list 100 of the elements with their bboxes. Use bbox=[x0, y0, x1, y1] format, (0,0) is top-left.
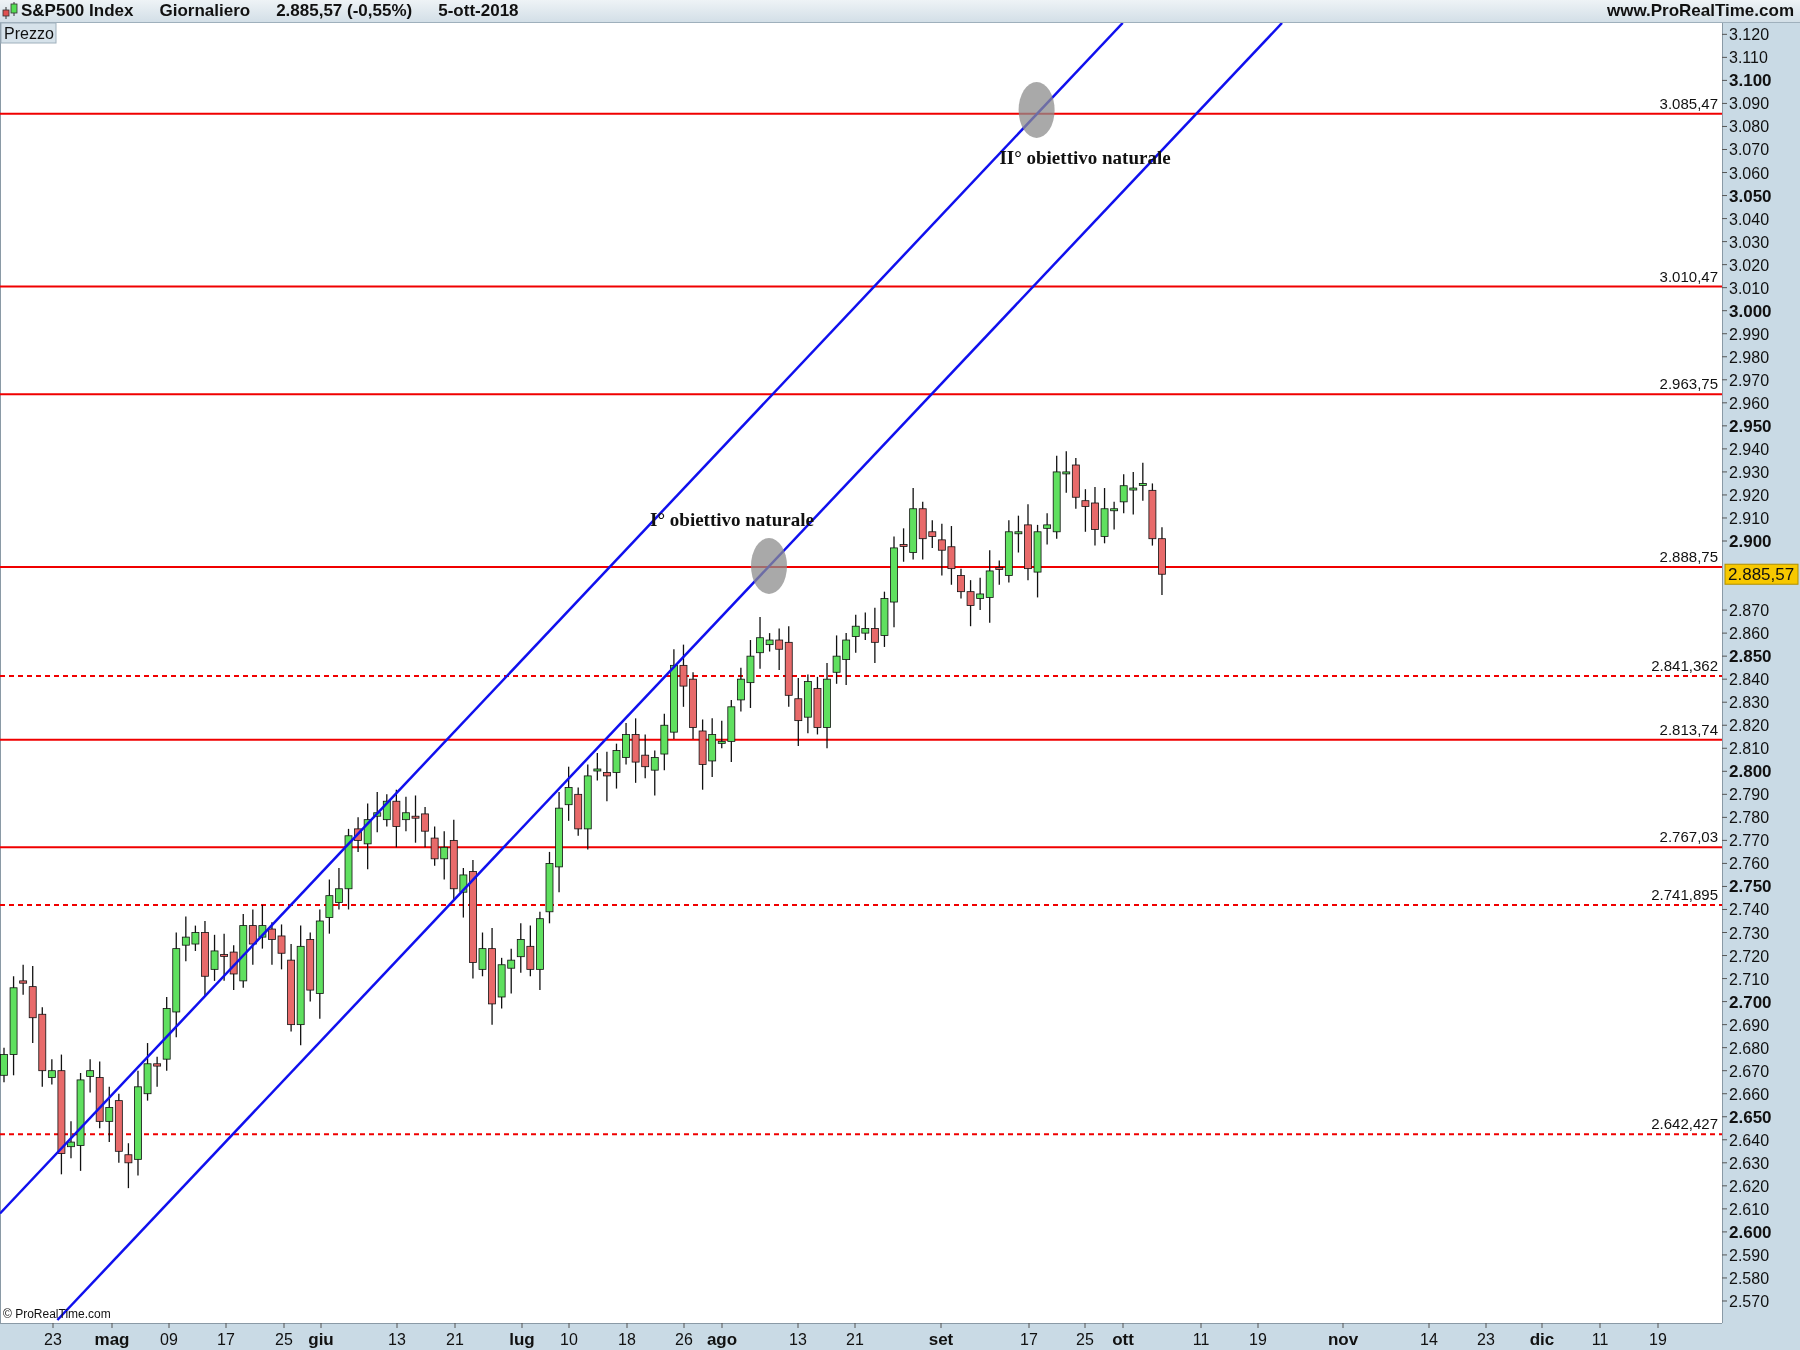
level-label: 3.010,47 bbox=[1659, 267, 1718, 285]
date-tick-label: ago bbox=[706, 1330, 738, 1349]
date-tick-label: 11 bbox=[1591, 1331, 1609, 1348]
price-tick-label: 2.980 bbox=[1729, 348, 1770, 366]
instrument-name: S&P500 Index bbox=[21, 1, 134, 21]
date-tick-label: giu bbox=[308, 1330, 334, 1349]
price-tick-label: 2.570 bbox=[1729, 1293, 1770, 1310]
price-tick-label: 3.000 bbox=[1729, 301, 1772, 321]
date-tick-label: mag bbox=[94, 1330, 130, 1349]
panel-tab[interactable]: Prezzo bbox=[0, 23, 57, 44]
level-label: 2.841,362 bbox=[1651, 657, 1718, 675]
level-label: 2.888,75 bbox=[1659, 547, 1718, 565]
date-tick-label: 19 bbox=[1249, 1331, 1267, 1348]
price-tick-label: 3.040 bbox=[1729, 210, 1770, 228]
date-tick-label: 13 bbox=[388, 1331, 406, 1348]
price-tick-label: 2.950 bbox=[1729, 416, 1772, 436]
price-tick-label: 2.810 bbox=[1729, 740, 1770, 758]
date-tick-label: 26 bbox=[675, 1331, 693, 1348]
price-tick-label: 2.720 bbox=[1729, 947, 1770, 965]
date-tick-label: ott bbox=[1112, 1330, 1134, 1349]
level-label: 2.813,74 bbox=[1659, 720, 1718, 738]
price-tick-label: 2.660 bbox=[1729, 1085, 1770, 1103]
date-tick-label: 23 bbox=[44, 1331, 62, 1348]
price-tick-label: 2.870 bbox=[1729, 602, 1770, 620]
date-tick-label: 18 bbox=[618, 1331, 636, 1348]
price-tick-label: 2.800 bbox=[1729, 762, 1772, 782]
date-tick-label: 23 bbox=[1477, 1331, 1495, 1348]
price-tick-label: 3.030 bbox=[1729, 233, 1770, 251]
price-tick-label: 2.970 bbox=[1729, 371, 1770, 389]
level-label: 2.963,75 bbox=[1659, 375, 1718, 393]
website-label: www.ProRealTime.com bbox=[1606, 1, 1794, 21]
date-tick-label: set bbox=[928, 1330, 954, 1349]
price-tick-label: 2.820 bbox=[1729, 717, 1770, 735]
price-tick-label: 2.960 bbox=[1729, 394, 1770, 412]
price-tick-label: 2.590 bbox=[1729, 1246, 1770, 1264]
price-tick-label: 2.730 bbox=[1729, 924, 1770, 942]
target-marker bbox=[1018, 82, 1055, 138]
date-tick-label: 11 bbox=[1192, 1331, 1210, 1348]
price-tick-label: 2.840 bbox=[1729, 671, 1770, 689]
price-quote: 2.885,57 (-0,55%) bbox=[276, 1, 413, 21]
level-label: 3.085,47 bbox=[1659, 94, 1718, 112]
price-tick-label: 2.940 bbox=[1729, 440, 1770, 458]
price-tick-label: 2.580 bbox=[1729, 1269, 1770, 1287]
price-tick-label: 2.930 bbox=[1729, 463, 1770, 481]
price-tick-label: 2.910 bbox=[1729, 509, 1770, 527]
price-tick-label: 2.920 bbox=[1729, 486, 1770, 504]
date-tick-label: 17 bbox=[1020, 1331, 1038, 1348]
price-tick-label: 3.100 bbox=[1729, 71, 1772, 91]
price-tick-label: 2.760 bbox=[1729, 855, 1770, 873]
price-tick-label: 3.010 bbox=[1729, 279, 1770, 297]
price-tick-label: 2.690 bbox=[1729, 1016, 1770, 1034]
date-tick-label: 10 bbox=[560, 1331, 578, 1348]
date-tick-label: 21 bbox=[846, 1331, 864, 1348]
date-label: 5-ott-2018 bbox=[438, 1, 519, 21]
price-tick-label: 2.830 bbox=[1729, 694, 1770, 712]
price-tick-label: 2.990 bbox=[1729, 325, 1770, 343]
price-tick-label: 3.080 bbox=[1729, 118, 1770, 136]
price-tick-label: 2.630 bbox=[1729, 1154, 1770, 1172]
price-tick-label: 2.680 bbox=[1729, 1039, 1770, 1057]
price-tick-label: 2.700 bbox=[1729, 992, 1772, 1012]
date-tick-label: 25 bbox=[275, 1331, 293, 1348]
price-tick-label: 2.610 bbox=[1729, 1200, 1770, 1218]
price-tick-label: 2.750 bbox=[1729, 877, 1772, 897]
price-tick-label: 2.640 bbox=[1729, 1131, 1770, 1149]
price-tick-label: 2.900 bbox=[1729, 532, 1772, 551]
price-tick-label: 2.770 bbox=[1729, 832, 1770, 850]
date-tick-label: 25 bbox=[1076, 1331, 1094, 1348]
price-tick-label: 2.740 bbox=[1729, 901, 1770, 919]
price-tick-label: 2.650 bbox=[1729, 1107, 1772, 1127]
date-tick-label: 21 bbox=[446, 1331, 464, 1348]
date-tick-label: 17 bbox=[217, 1331, 235, 1348]
date-tick-label: dic bbox=[1529, 1330, 1555, 1349]
price-tick-label: 2.790 bbox=[1729, 786, 1770, 804]
price-tick-label: 3.020 bbox=[1729, 256, 1770, 274]
price-tick-label: 3.050 bbox=[1729, 186, 1772, 206]
candlestick-icon bbox=[2, 2, 18, 20]
price-tick-label: 3.110 bbox=[1729, 49, 1768, 67]
date-tick-label: 19 bbox=[1649, 1331, 1667, 1348]
price-tick-label: 3.060 bbox=[1729, 164, 1770, 182]
price-tick-label: 3.070 bbox=[1729, 141, 1770, 159]
date-tick-label: lug bbox=[509, 1330, 535, 1349]
date-tick-label: nov bbox=[1327, 1330, 1359, 1349]
timeframe-label: Giornaliero bbox=[159, 1, 251, 21]
price-tick-label: 2.620 bbox=[1729, 1177, 1770, 1195]
price-tick-label: 2.710 bbox=[1729, 970, 1770, 988]
level-label: 2.642,427 bbox=[1651, 1115, 1718, 1133]
price-tick-label: 2.780 bbox=[1729, 809, 1770, 827]
date-tick-label: 13 bbox=[789, 1331, 807, 1348]
target-marker bbox=[751, 538, 787, 594]
price-tick-label: 3.090 bbox=[1729, 95, 1770, 113]
price-tick-label: 2.850 bbox=[1729, 647, 1772, 667]
level-label: 2.767,03 bbox=[1659, 828, 1718, 846]
current-price-tag: 2.885,57 bbox=[1724, 563, 1799, 585]
price-tick-label: 2.600 bbox=[1729, 1222, 1772, 1242]
price-tick-label: 2.670 bbox=[1729, 1062, 1770, 1080]
price-tick-label: 2.860 bbox=[1729, 625, 1770, 643]
price-tick-label: 3.120 bbox=[1729, 26, 1770, 44]
date-tick-label: 09 bbox=[160, 1331, 178, 1348]
level-label: 2.741,895 bbox=[1651, 886, 1718, 904]
date-tick-label: 14 bbox=[1420, 1331, 1438, 1348]
